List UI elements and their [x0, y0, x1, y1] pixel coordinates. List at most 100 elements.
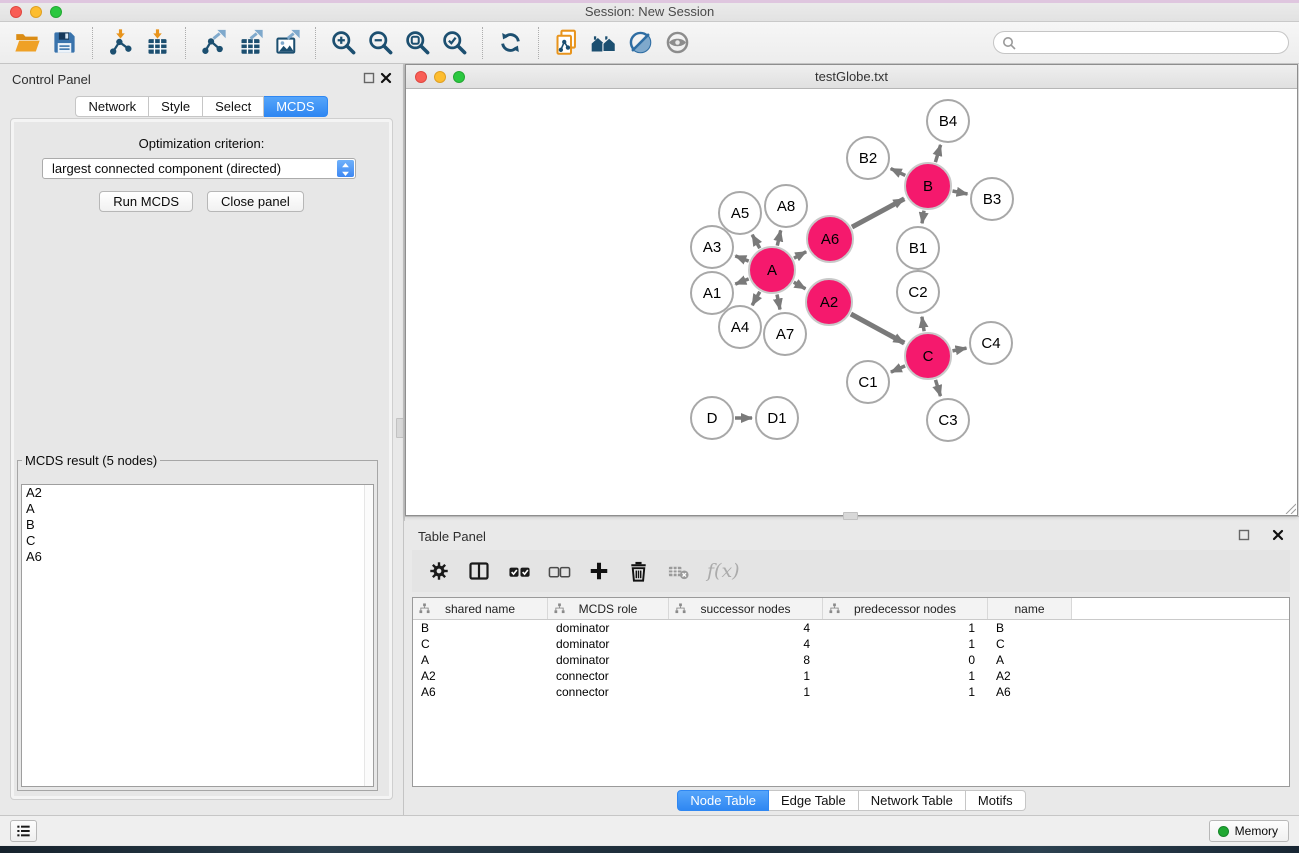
edge-A-A3[interactable]	[735, 256, 748, 261]
horizontal-splitter-grip[interactable]	[843, 512, 858, 520]
column-header-successor-nodes[interactable]: successor nodes	[669, 598, 823, 619]
delete-row-button[interactable]	[627, 560, 650, 583]
result-list-scrollbar[interactable]	[364, 485, 373, 786]
delete-table-button[interactable]	[667, 560, 690, 583]
save-session-button[interactable]	[46, 27, 83, 58]
export-image-button[interactable]	[269, 27, 306, 58]
table-row[interactable]: A2connector11A2	[413, 668, 1289, 684]
cell-successor-nodes[interactable]: 4	[669, 620, 823, 636]
edge-A-A1[interactable]	[735, 279, 748, 284]
zoom-in-button[interactable]	[325, 27, 362, 58]
node-C2[interactable]: C2	[896, 270, 940, 314]
tab-node-table[interactable]: Node Table	[677, 790, 769, 811]
export-table-button[interactable]	[232, 27, 269, 58]
cell-shared-name[interactable]: A	[413, 652, 548, 668]
cell-shared-name[interactable]: A2	[413, 668, 548, 684]
node-B1[interactable]: B1	[896, 226, 940, 270]
import-network-button[interactable]	[102, 27, 139, 58]
cell-predecessor-nodes[interactable]: 1	[823, 636, 988, 652]
network-minimize-button[interactable]	[434, 71, 446, 83]
table-panel-close-button[interactable]	[1272, 529, 1284, 541]
refresh-button[interactable]	[492, 27, 529, 58]
cell-name[interactable]: A2	[988, 668, 1072, 684]
zoom-selected-button[interactable]	[436, 27, 473, 58]
resize-grip-icon[interactable]	[1283, 501, 1296, 514]
node-D[interactable]: D	[690, 396, 734, 440]
control-panel-float-button[interactable]	[363, 72, 375, 84]
edge-A-A2[interactable]	[794, 282, 806, 289]
tab-mcds[interactable]: MCDS	[264, 96, 327, 117]
cell-successor-nodes[interactable]: 4	[669, 636, 823, 652]
mcds-result-item[interactable]: C	[22, 533, 373, 549]
table-row[interactable]: Cdominator41C	[413, 636, 1289, 652]
settings-button[interactable]	[428, 560, 450, 582]
zoom-out-button[interactable]	[362, 27, 399, 58]
cell-predecessor-nodes[interactable]: 1	[823, 668, 988, 684]
export-network-button[interactable]	[195, 27, 232, 58]
search-input[interactable]	[1020, 33, 1278, 52]
node-A2[interactable]: A2	[805, 278, 853, 326]
mcds-result-item[interactable]: A2	[22, 485, 373, 501]
edge-B-B2[interactable]	[891, 169, 906, 176]
tab-network[interactable]: Network	[75, 96, 149, 117]
edge-A-A4[interactable]	[752, 292, 760, 305]
node-A7[interactable]: A7	[763, 312, 807, 356]
cell-shared-name[interactable]: C	[413, 636, 548, 652]
cell-mcds-role[interactable]: dominator	[548, 636, 669, 652]
edge-A-A7[interactable]	[777, 295, 780, 310]
node-A3[interactable]: A3	[690, 225, 734, 269]
tab-style[interactable]: Style	[149, 96, 203, 117]
mcds-result-list[interactable]: A2ABCA6	[21, 484, 374, 787]
cell-mcds-role[interactable]: connector	[548, 668, 669, 684]
hide-selected-button[interactable]	[622, 27, 659, 58]
vertical-splitter-grip[interactable]	[396, 418, 404, 438]
edge-A-A5[interactable]	[752, 235, 760, 248]
mcds-result-item[interactable]: B	[22, 517, 373, 533]
column-header-name[interactable]: name	[988, 598, 1072, 619]
network-zoom-button[interactable]	[453, 71, 465, 83]
cell-successor-nodes[interactable]: 1	[669, 684, 823, 700]
node-C[interactable]: C	[904, 332, 952, 380]
control-panel-close-button[interactable]	[380, 72, 392, 84]
cell-mcds-role[interactable]: dominator	[548, 620, 669, 636]
task-history-button[interactable]	[10, 820, 37, 842]
deselect-all-button[interactable]	[548, 560, 571, 583]
cell-name[interactable]: A	[988, 652, 1072, 668]
cell-mcds-role[interactable]: dominator	[548, 652, 669, 668]
close-panel-button[interactable]: Close panel	[207, 191, 304, 212]
edge-A6-B[interactable]	[852, 199, 904, 227]
memory-button[interactable]: Memory	[1209, 820, 1289, 842]
edge-A-A8[interactable]	[777, 230, 780, 245]
tab-select[interactable]: Select	[203, 96, 264, 117]
select-all-button[interactable]	[508, 560, 531, 583]
node-A6[interactable]: A6	[806, 215, 854, 263]
node-C1[interactable]: C1	[846, 360, 890, 404]
cell-predecessor-nodes[interactable]: 0	[823, 652, 988, 668]
show-selected-button[interactable]	[659, 27, 696, 58]
node-B2[interactable]: B2	[846, 136, 890, 180]
edge-B-B4[interactable]	[935, 145, 940, 162]
column-layout-button[interactable]	[467, 559, 491, 583]
node-C3[interactable]: C3	[926, 398, 970, 442]
mcds-result-item[interactable]: A6	[22, 549, 373, 565]
network-from-selection-button[interactable]	[548, 27, 585, 58]
column-header-mcds-role[interactable]: MCDS role	[548, 598, 669, 619]
network-close-button[interactable]	[415, 71, 427, 83]
criterion-dropdown[interactable]: largest connected component (directed)	[42, 158, 356, 179]
cell-name[interactable]: C	[988, 636, 1072, 652]
node-B3[interactable]: B3	[970, 177, 1014, 221]
column-header-predecessor-nodes[interactable]: predecessor nodes	[823, 598, 988, 619]
cell-predecessor-nodes[interactable]: 1	[823, 684, 988, 700]
node-A[interactable]: A	[748, 246, 796, 294]
tab-motifs[interactable]: Motifs	[966, 790, 1026, 811]
import-table-button[interactable]	[139, 27, 176, 58]
cell-name[interactable]: A6	[988, 684, 1072, 700]
cell-shared-name[interactable]: A6	[413, 684, 548, 700]
cell-successor-nodes[interactable]: 8	[669, 652, 823, 668]
zoom-fit-button[interactable]	[399, 27, 436, 58]
run-mcds-button[interactable]: Run MCDS	[99, 191, 193, 212]
cell-mcds-role[interactable]: connector	[548, 684, 669, 700]
edge-B-B3[interactable]	[953, 191, 968, 194]
table-row[interactable]: Bdominator41B	[413, 620, 1289, 636]
network-canvas[interactable]: B4B2BB3A8A5A6A3B1AC2A1A2A4A7C4CC1C3DD1	[406, 90, 1297, 515]
